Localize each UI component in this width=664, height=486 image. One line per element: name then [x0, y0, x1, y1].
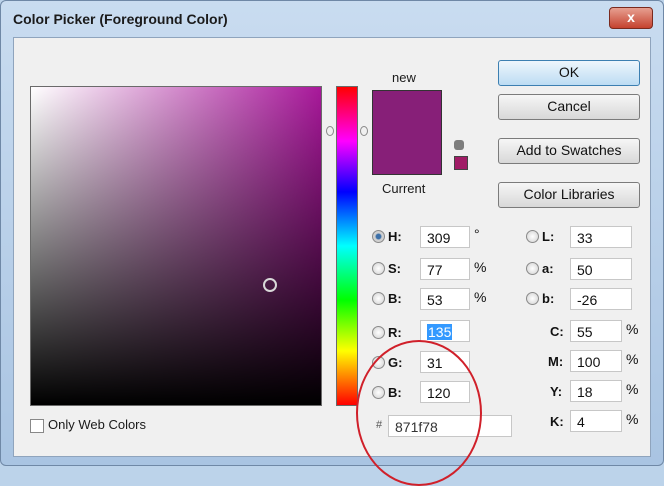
yellow-input[interactable]: 18 — [570, 380, 622, 402]
new-label: new — [392, 70, 416, 85]
gamut-warning-icon[interactable] — [454, 140, 464, 150]
cyan-input[interactable]: 55 — [570, 320, 622, 342]
close-icon: x — [627, 9, 635, 25]
hue-slider-left-handle[interactable] — [326, 126, 334, 136]
lab-a-input[interactable]: 50 — [570, 258, 632, 280]
current-label: Current — [382, 181, 426, 196]
cyan-label: C: — [550, 324, 564, 339]
ok-button[interactable]: OK — [498, 60, 640, 86]
brightness-radio[interactable] — [372, 292, 385, 305]
yellow-label: Y: — [550, 384, 563, 399]
cyan-unit: % — [626, 321, 639, 337]
color-picker-window: Color Picker (Foreground Color) x new Cu… — [0, 0, 664, 486]
red-label: R: — [388, 325, 402, 340]
brightness-label: B: — [388, 291, 402, 306]
lab-a-radio[interactable] — [526, 262, 539, 275]
black-unit: % — [626, 411, 639, 427]
dialog-body: new Current OK Cancel Add to Swatches Co… — [13, 37, 651, 486]
lab-b-input[interactable]: -26 — [570, 288, 632, 310]
title-bar[interactable]: Color Picker (Foreground Color) x — [1, 1, 663, 37]
nearest-color-swatch[interactable] — [454, 156, 468, 170]
hue-slider[interactable] — [336, 86, 358, 406]
black-label: K: — [550, 414, 564, 429]
lab-b-label: b: — [542, 291, 555, 306]
brightness-unit: % — [474, 289, 487, 305]
red-input[interactable]: 135 — [420, 320, 470, 342]
hue-label: H: — [388, 229, 402, 244]
color-field-cursor[interactable] — [263, 278, 277, 292]
add-to-swatches-button[interactable]: Add to Swatches — [498, 138, 640, 164]
saturation-unit: % — [474, 259, 487, 275]
lab-l-input[interactable]: 33 — [570, 226, 632, 248]
lab-l-radio[interactable] — [526, 230, 539, 243]
red-input-selection: 135 — [427, 324, 453, 340]
lab-a-label: a: — [542, 261, 554, 276]
lab-l-label: L: — [542, 229, 555, 244]
hue-radio[interactable] — [372, 230, 385, 243]
close-button[interactable]: x — [609, 7, 653, 29]
brightness-input[interactable]: 53 — [420, 288, 470, 310]
cancel-button[interactable]: Cancel — [498, 94, 640, 120]
red-radio[interactable] — [372, 326, 385, 339]
new-color-swatch — [372, 90, 442, 133]
saturation-label: S: — [388, 261, 401, 276]
hue-slider-right-handle[interactable] — [360, 126, 368, 136]
only-web-colors-label: Only Web Colors — [48, 417, 147, 432]
hue-input[interactable]: 309 — [420, 226, 470, 248]
black-input[interactable]: 4 — [570, 410, 622, 432]
saturation-radio[interactable] — [372, 262, 385, 275]
saturation-input[interactable]: 77 — [420, 258, 470, 280]
window-title: Color Picker (Foreground Color) — [13, 11, 228, 27]
hue-unit: ° — [474, 226, 480, 242]
yellow-unit: % — [626, 381, 639, 397]
magenta-unit: % — [626, 351, 639, 367]
annotation-circle — [356, 340, 482, 486]
lab-b-radio[interactable] — [526, 292, 539, 305]
current-color-swatch[interactable] — [372, 132, 442, 175]
magenta-label: M: — [548, 354, 564, 369]
only-web-colors-checkbox[interactable] — [30, 419, 44, 433]
color-field[interactable] — [30, 86, 322, 406]
color-libraries-button[interactable]: Color Libraries — [498, 182, 640, 208]
magenta-input[interactable]: 100 — [570, 350, 622, 372]
